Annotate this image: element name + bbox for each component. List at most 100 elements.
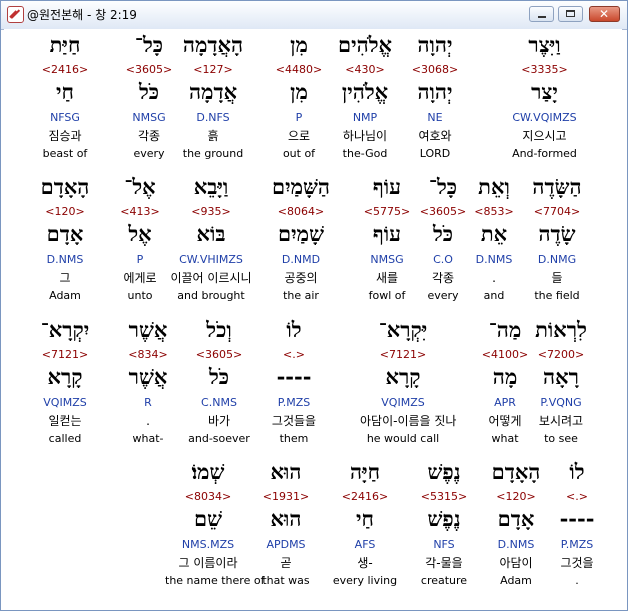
word-cell[interactable]: וַיִּצֶר <3335> יָצַר CW.VQIMZS 지으시고 And-form… xyxy=(476,32,613,166)
hebrew-lemma: ---- xyxy=(276,364,312,389)
word-cell[interactable]: הַשָּׁמַיִם <8064> שָׁמַיִם D.NMD 공중의 the air xyxy=(258,174,344,308)
title-bar[interactable]: @원전본해 - 창 2:19 ✕ xyxy=(1,1,627,30)
korean-gloss: 에게로 xyxy=(123,271,157,285)
hebrew-lemma: מָה xyxy=(492,364,518,389)
word-cell[interactable]: יִקְרָא־ <7121> קָרָא VQIMZS 일컫는 called xyxy=(22,317,108,451)
english-gloss: he would call xyxy=(366,432,440,445)
hebrew-lemma: עוֹף xyxy=(372,221,402,246)
strong-number: <3605> xyxy=(125,63,173,76)
word-cell[interactable]: אֲשֶׁר <834> אֲשֶׁר R. what- xyxy=(105,317,191,451)
strong-number: <7121> xyxy=(41,348,89,361)
hebrew-lemma: קָרָא xyxy=(385,364,421,389)
parsing-code: NFSG xyxy=(50,111,80,124)
parsing-code: NMSG xyxy=(132,111,166,124)
hebrew-lemma: חַי xyxy=(356,506,374,531)
hebrew-word: לוֹ xyxy=(286,317,302,342)
korean-gloss: . xyxy=(146,414,150,428)
korean-gloss: 그 이름이라 xyxy=(178,556,238,570)
hebrew-word: יִקְרָא־ xyxy=(40,317,90,342)
english-gloss: the name there of xyxy=(165,574,265,587)
word-cell[interactable]: נֶפֶשׁ <5315> נֶפֶשׁ NFS 각-물을 creature xyxy=(401,459,487,593)
minimize-icon xyxy=(538,16,546,18)
close-icon: ✕ xyxy=(599,7,610,21)
hebrew-word: אֶל־ xyxy=(124,174,156,199)
hebrew-word: הוּא xyxy=(270,459,302,484)
word-cell[interactable]: שְׁמוֹ׃ <8034> שֵׁם NMS.MZS 그 이름이라 the name t… xyxy=(165,459,265,593)
strong-number: <834> xyxy=(128,348,168,361)
english-gloss: And-formed xyxy=(512,147,577,160)
strong-number: <1931> xyxy=(262,490,310,503)
minimize-button[interactable] xyxy=(529,6,554,22)
hebrew-word: וַיִּצֶר xyxy=(528,32,561,57)
strong-number: <3335> xyxy=(521,63,568,76)
word-cell[interactable]: כָּל־ <3605> כֹּל NMSG 각종 every xyxy=(106,32,192,166)
korean-gloss: 어떻게 xyxy=(488,414,522,428)
word-cell[interactable]: מַה־ <4100> מָה APR 어떻게 what xyxy=(462,317,548,451)
korean-gloss: 각-물을 xyxy=(425,556,463,570)
english-gloss: beast of xyxy=(42,147,88,160)
strong-number: <8034> xyxy=(184,490,232,503)
strong-number: <5775> xyxy=(363,205,411,218)
word-cell[interactable]: הוּא <1931> הוּא APDMS 곧 that was xyxy=(243,459,329,593)
hebrew-lemma: מִן xyxy=(290,79,308,104)
hebrew-lemma: שֵׁם xyxy=(194,506,222,531)
hebrew-word: מַה־ xyxy=(488,317,522,342)
hebrew-lemma: הוּא xyxy=(270,506,302,531)
hebrew-word: שְׁמוֹ׃ xyxy=(191,459,225,484)
app-icon[interactable] xyxy=(7,6,24,23)
word-cell[interactable]: הָאָדָם <120> אָדָם D.NMS 그 Adam xyxy=(22,174,108,308)
korean-gloss: 그 xyxy=(59,271,71,285)
korean-gloss: 그것들을 xyxy=(271,414,317,428)
word-cell[interactable]: יִּקְרָא־ <7121> קָרָא VQIMZS 아담이-이름을 짓나 he w… xyxy=(360,317,456,451)
word-cell[interactable]: אֶל־ <413> אֶל P 에게로 unto xyxy=(97,174,183,308)
word-cell[interactable]: לוֹ <.> ---- P.MZS 그것들을 them xyxy=(251,317,337,451)
hebrew-word: הָאָדָם xyxy=(40,174,90,199)
hebrew-word: נֶפֶשׁ xyxy=(427,459,461,484)
hebrew-word: אֲשֶׁר xyxy=(128,317,168,342)
parsing-code: AFS xyxy=(354,538,376,551)
hebrew-word: הַשָּׁמַיִם xyxy=(271,174,330,199)
parsing-code: NMS.MZS xyxy=(181,538,235,551)
korean-gloss: 지으시고 xyxy=(522,129,567,143)
word-cell[interactable]: עוֹף <5775> עוֹף NMSG 새를 fowl of xyxy=(344,174,430,308)
hebrew-word: יִּקְרָא־ xyxy=(378,317,428,342)
close-button[interactable]: ✕ xyxy=(589,6,620,22)
hebrew-lemma: אֲשֶׁר xyxy=(128,364,168,389)
korean-gloss: 일컫는 xyxy=(48,414,82,428)
english-gloss: what- xyxy=(132,432,164,445)
word-cell[interactable]: חַיַּת <2416> חַי NFSG 짐승과 beast of xyxy=(22,32,108,166)
word-cell[interactable]: חַיָּה <2416> חַי AFS 생-every living xyxy=(322,459,408,593)
hebrew-lemma: חַי xyxy=(56,79,74,104)
parsing-code: APDMS xyxy=(266,538,306,551)
parsing-code: D.NMD xyxy=(281,253,321,266)
strong-number: <7121> xyxy=(379,348,427,361)
korean-gloss: 생- xyxy=(357,556,373,570)
strong-number: <5315> xyxy=(420,490,468,503)
strong-number: <4480> xyxy=(275,63,323,76)
maximize-icon xyxy=(566,10,575,17)
parsing-code: VQIMZS xyxy=(43,396,87,409)
hebrew-lemma: כֹּל xyxy=(138,79,160,104)
strong-number: <8064> xyxy=(277,205,325,218)
strong-number: <2416> xyxy=(341,490,389,503)
english-gloss: them xyxy=(279,432,309,445)
korean-gloss: 각종 xyxy=(137,129,161,143)
parsing-code: R xyxy=(144,396,152,409)
strong-number: <4100> xyxy=(481,348,529,361)
parsing-code: P xyxy=(136,253,144,266)
strong-number: <413> xyxy=(120,205,160,218)
english-gloss: out of xyxy=(282,147,316,160)
korean-gloss: 새를 xyxy=(375,271,399,285)
english-gloss: what xyxy=(491,432,519,445)
word-cell[interactable]: מִן <4480> מִן P 으로 out of xyxy=(256,32,342,166)
hebrew-lemma: אֶל xyxy=(128,221,152,246)
hebrew-word: מִן xyxy=(290,32,308,57)
parsing-code: APR xyxy=(494,396,516,409)
english-gloss: the air xyxy=(283,289,319,302)
maximize-button[interactable] xyxy=(558,6,583,22)
hebrew-lemma: יָצַר xyxy=(531,79,558,104)
strong-number: <2416> xyxy=(41,63,89,76)
strong-number: <.> xyxy=(283,348,305,361)
window-title: @원전본해 - 창 2:19 xyxy=(27,8,137,22)
parsing-code: P.MZS xyxy=(277,396,311,409)
